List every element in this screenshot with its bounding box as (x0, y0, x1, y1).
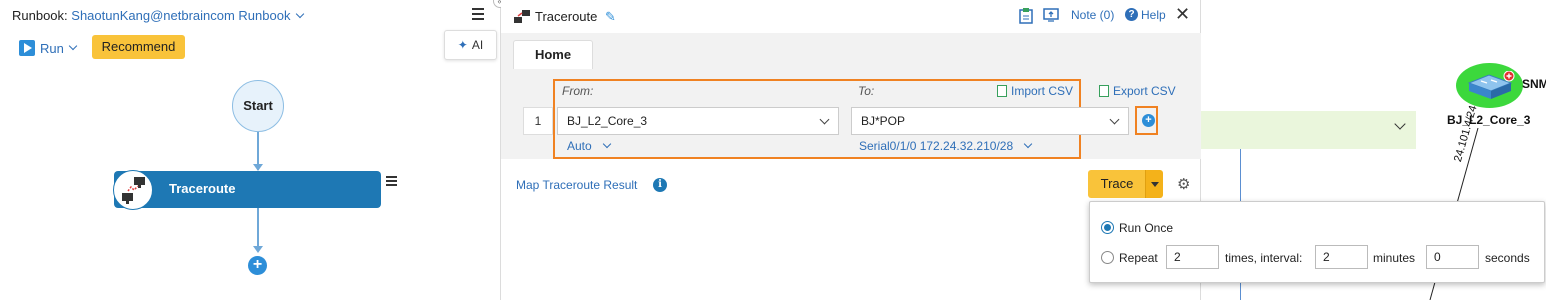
close-icon[interactable]: ✕ (1175, 4, 1190, 25)
gear-icon[interactable]: ⚙ (1177, 175, 1190, 193)
minutes-label: minutes (1373, 251, 1416, 265)
from-label: From: (562, 84, 594, 98)
add-row-button[interactable]: + (1142, 114, 1155, 127)
traceroute-node-label: Traceroute (169, 181, 236, 196)
snmp-label: SNM (1522, 77, 1546, 91)
to-interface-value: Serial0/1/0 172.24.32.210/28 (859, 139, 1014, 153)
import-csv-label: Import CSV (1011, 84, 1074, 98)
to-device-value: BJ*POP (861, 114, 906, 128)
traceroute-icon (122, 177, 145, 204)
from-interface-value: Auto (567, 139, 592, 153)
switch-device-icon[interactable] (1465, 71, 1515, 101)
recommend-button[interactable]: Recommend (92, 35, 185, 59)
repeat-label: Repeat (1119, 251, 1158, 265)
chevron-down-icon (602, 139, 611, 149)
chevron-down-icon[interactable] (295, 9, 305, 19)
from-interface-select[interactable]: Auto (567, 139, 611, 153)
seconds-label: seconds (1485, 251, 1530, 265)
arrow-down-icon (253, 246, 263, 253)
chevron-down-icon (68, 41, 78, 51)
export-csv-link[interactable]: Export CSV (1099, 84, 1176, 98)
trace-button[interactable]: Trace (1088, 170, 1146, 198)
runbook-title[interactable]: Runbook: ShaotunKang@netbraincom Runbook (12, 8, 305, 23)
node-menu-icon[interactable] (386, 176, 397, 188)
from-device-input[interactable]: BJ_L2_Core_3 (557, 107, 839, 135)
run-once-label: Run Once (1119, 221, 1174, 235)
add-node-button[interactable]: + (248, 256, 267, 275)
start-node[interactable]: Start (232, 80, 284, 132)
chevron-down-icon[interactable] (819, 114, 830, 125)
hamburger-menu-icon[interactable] (472, 8, 484, 20)
chevron-down-icon (1023, 139, 1033, 149)
tab-bar (501, 33, 1201, 69)
to-device-input[interactable]: BJ*POP (851, 107, 1129, 135)
ai-label: AI (471, 38, 484, 52)
to-interface-select[interactable]: Serial0/1/0 172.24.32.210/28 (859, 139, 1033, 153)
device-name-label: BJ_L2_Core_3 (1447, 113, 1531, 127)
clipboard-icon[interactable] (1019, 8, 1033, 24)
play-icon (19, 40, 35, 56)
runbook-panel: Runbook: ShaotunKang@netbraincom Runbook… (0, 0, 501, 300)
repeat-radio[interactable] (1101, 251, 1114, 264)
ai-button[interactable]: ✦ AI (444, 30, 497, 60)
chevron-down-icon[interactable] (1109, 114, 1120, 125)
run-options-popup: Run Once Repeat 2 times, interval: 2 min… (1089, 201, 1545, 283)
run-once-radio[interactable] (1101, 221, 1114, 234)
trace-dropdown-button[interactable] (1145, 170, 1163, 198)
info-icon[interactable]: i (653, 178, 667, 192)
seconds-input[interactable]: 0 (1426, 245, 1479, 269)
csv-file-icon (1099, 85, 1109, 97)
import-csv-link[interactable]: Import CSV (997, 84, 1073, 98)
map-traceroute-result-link[interactable]: Map Traceroute Result (516, 178, 637, 192)
traceroute-node[interactable]: Traceroute (113, 170, 381, 210)
csv-file-icon (997, 85, 1007, 97)
sparkle-icon: ✦ (457, 38, 468, 52)
traceroute-icon (514, 10, 530, 23)
flow-connector (257, 208, 259, 250)
help-button[interactable]: Help (1141, 8, 1166, 22)
note-button[interactable]: Note (0) (1071, 8, 1114, 22)
map-group-band[interactable] (1201, 111, 1416, 149)
dialog-title: Traceroute (535, 9, 598, 24)
runbook-name[interactable]: ShaotunKang@netbraincom Runbook (71, 8, 290, 23)
times-interval-label: times, interval: (1225, 251, 1303, 265)
help-icon[interactable]: ? (1125, 8, 1138, 21)
runbook-label: Runbook: (12, 8, 68, 23)
interval-input[interactable]: 2 (1315, 245, 1368, 269)
traceroute-node-icon-circle (113, 170, 153, 210)
run-label: Run (40, 40, 64, 56)
export-csv-label: Export CSV (1113, 84, 1176, 98)
share-icon[interactable] (1043, 8, 1059, 22)
edit-pencil-icon[interactable]: ✎ (605, 9, 616, 25)
arrow-down-icon (253, 164, 263, 171)
from-device-value: BJ_L2_Core_3 (567, 114, 648, 128)
repeat-times-input[interactable]: 2 (1166, 245, 1219, 269)
row-index: 1 (523, 107, 553, 135)
to-label: To: (858, 84, 875, 98)
run-button[interactable]: Run (19, 38, 78, 58)
tab-home[interactable]: Home (513, 40, 593, 69)
